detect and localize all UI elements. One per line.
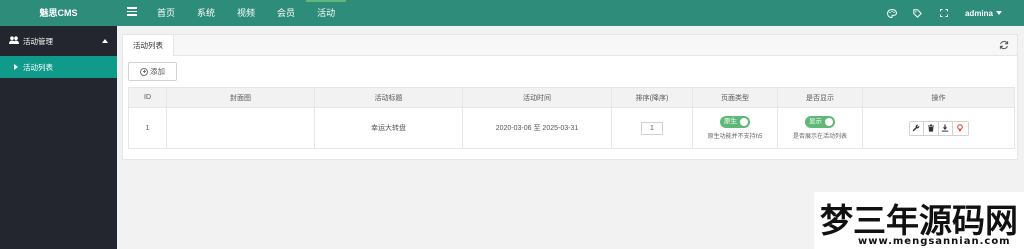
cell-sort: 1	[611, 107, 693, 149]
add-button[interactable]: 添加	[128, 62, 177, 81]
fullscreen-icon[interactable]	[931, 0, 957, 26]
cell-time: 2020-03-06 至 2025-03-31	[462, 107, 612, 149]
table-header-row: ID 封面图 活动标题 活动时间 排序(降序) 页面类型 是否显示 操作	[128, 87, 1015, 108]
nav-item-system[interactable]: 系统	[186, 0, 226, 26]
column-header-actions: 操作	[862, 87, 1015, 108]
cell-cover	[166, 107, 315, 149]
display-switch[interactable]: 显示	[805, 116, 835, 128]
sidebar: 活动管理 活动列表	[0, 26, 117, 249]
main-panel: 活动列表 添加 ID 封面图 活动标题 活动时间 排序(降序) 页面类型 是否显…	[122, 34, 1018, 160]
page-type-switch-label: 原生	[724, 118, 737, 125]
plus-circle-icon	[140, 67, 148, 76]
cell-display: 显示 是否展示在活动列表	[777, 107, 863, 149]
top-nav: 首页 系统 视频 会员 活动	[146, 0, 347, 26]
sidebar-group-label: 活动管理	[23, 36, 53, 46]
action-buttons	[908, 120, 969, 136]
tag-icon[interactable]	[905, 0, 931, 26]
collapse-arrow-icon[interactable]	[102, 39, 108, 43]
sidebar-item-activity-list[interactable]: 活动列表	[0, 56, 117, 78]
page-type-switch[interactable]: 原生	[720, 116, 750, 128]
column-header-sort: 排序(降序)	[611, 87, 693, 108]
nav-item-home[interactable]: 首页	[146, 0, 186, 26]
bulb-icon[interactable]	[953, 121, 968, 135]
column-header-cover: 封面图	[166, 87, 315, 108]
menu-icon[interactable]	[127, 7, 137, 17]
sort-input[interactable]: 1	[641, 121, 663, 135]
column-header-display: 是否显示	[777, 87, 863, 108]
cell-actions	[862, 107, 1015, 149]
dropdown-caret-icon	[996, 11, 1002, 15]
top-header: 魅思CMS 首页 系统 视频 会员 活动 admina	[0, 0, 1024, 26]
nav-item-activity[interactable]: 活动	[306, 0, 347, 26]
column-header-page-type: 页面类型	[692, 87, 778, 108]
user-menu[interactable]: admina	[965, 9, 1002, 18]
switch-knob	[740, 118, 748, 126]
table-row: 1 幸运大转盘 2020-03-06 至 2025-03-31 1 原生 原生功…	[128, 107, 1015, 149]
display-switch-label: 显示	[809, 118, 822, 125]
add-button-label: 添加	[150, 67, 165, 76]
column-header-id: ID	[128, 87, 167, 108]
cell-id: 1	[128, 107, 167, 149]
wrench-icon[interactable]	[909, 121, 924, 135]
column-header-time: 活动时间	[462, 87, 612, 108]
nav-item-video[interactable]: 视频	[226, 0, 266, 26]
tab-bar: 活动列表	[123, 35, 1017, 56]
play-icon	[14, 64, 18, 70]
display-note: 是否展示在活动列表	[792, 134, 847, 140]
username: admina	[964, 8, 993, 18]
palette-icon[interactable]	[879, 0, 905, 26]
refresh-icon[interactable]	[999, 40, 1009, 50]
header-actions: admina	[879, 0, 1024, 26]
tab-activity-list[interactable]: 活动列表	[123, 35, 174, 56]
sidebar-item-label: 活动列表	[23, 62, 53, 72]
download-icon[interactable]	[938, 121, 953, 135]
page-type-note: 原生功能并不支持h5	[707, 134, 763, 140]
activity-table: ID 封面图 活动标题 活动时间 排序(降序) 页面类型 是否显示 操作 1 幸…	[128, 87, 1015, 149]
cell-title: 幸运大转盘	[314, 107, 463, 149]
sidebar-group-activity[interactable]: 活动管理	[0, 26, 117, 56]
watermark: 梦三年源码网 www.mengsannian.com	[814, 192, 1024, 249]
watermark-title: 梦三年源码网	[820, 201, 1018, 240]
switch-knob	[825, 118, 833, 126]
app-logo[interactable]: 魅思CMS	[0, 0, 117, 26]
trash-icon[interactable]	[924, 121, 939, 135]
column-header-title: 活动标题	[314, 87, 463, 108]
group-icon	[9, 36, 19, 46]
nav-item-member[interactable]: 会员	[266, 0, 306, 26]
cell-page-type: 原生 原生功能并不支持h5	[692, 107, 778, 149]
watermark-url: www.mengsannian.com	[858, 236, 1011, 247]
